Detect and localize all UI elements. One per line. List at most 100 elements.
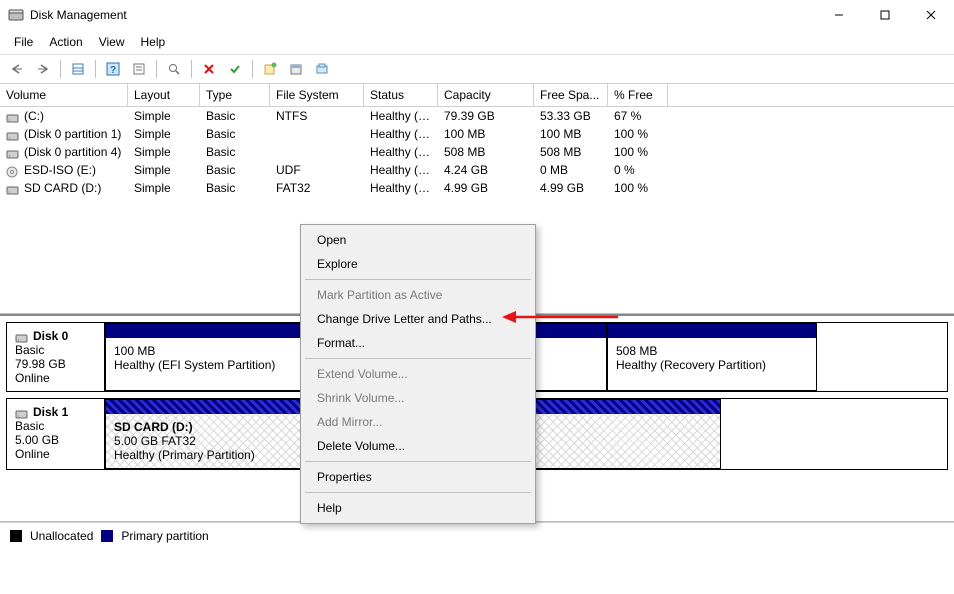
cell-volume: SD CARD (D:) xyxy=(0,179,128,197)
cell-capacity: 100 MB xyxy=(438,125,534,143)
cell-status: Healthy (R... xyxy=(364,143,438,161)
cell-type: Basic xyxy=(200,161,270,179)
menu-view[interactable]: View xyxy=(91,32,133,52)
cell-volume: (Disk 0 partition 4) xyxy=(0,143,128,161)
cell-volume: (C:) xyxy=(0,107,128,125)
close-button[interactable] xyxy=(908,0,954,30)
column-headers: VolumeLayoutTypeFile SystemStatusCapacit… xyxy=(0,84,954,107)
attach-icon[interactable] xyxy=(311,58,333,80)
delete-icon[interactable] xyxy=(198,58,220,80)
search-icon[interactable] xyxy=(163,58,185,80)
context-menu-item[interactable]: Properties xyxy=(303,465,533,489)
menu-help[interactable]: Help xyxy=(133,32,174,52)
cell-free: 4.99 GB xyxy=(534,179,608,197)
disk-label[interactable]: Disk 1Basic5.00 GBOnline xyxy=(7,399,105,469)
legend: Unallocated Primary partition xyxy=(0,522,954,549)
cell-pctfree: 100 % xyxy=(608,143,668,161)
cell-type: Basic xyxy=(200,143,270,161)
column-fs[interactable]: File System xyxy=(270,84,364,106)
create-icon[interactable] xyxy=(259,58,281,80)
svg-text:?: ? xyxy=(110,65,116,76)
minimize-button[interactable] xyxy=(816,0,862,30)
context-menu-item[interactable]: Format... xyxy=(303,331,533,355)
cell-status: Healthy (P... xyxy=(364,161,438,179)
context-menu-item: Extend Volume... xyxy=(303,362,533,386)
partition-body: 508 MBHealthy (Recovery Partition) xyxy=(608,338,816,378)
cell-free: 508 MB xyxy=(534,143,608,161)
refresh-button[interactable] xyxy=(67,58,89,80)
partition-body: 100 MBHealthy (EFI System Partition) xyxy=(106,338,304,378)
cell-layout: Simple xyxy=(128,125,200,143)
cell-pctfree: 100 % xyxy=(608,179,668,197)
cell-fs xyxy=(270,143,364,161)
cell-capacity: 508 MB xyxy=(438,143,534,161)
cell-volume: (Disk 0 partition 1) xyxy=(0,125,128,143)
column-free[interactable]: Free Spa... xyxy=(534,84,608,106)
volume-row[interactable]: (C:)SimpleBasicNTFSHealthy (B...79.39 GB… xyxy=(0,107,954,125)
context-menu-item[interactable]: Change Drive Letter and Paths... xyxy=(303,307,533,331)
legend-primary: Primary partition xyxy=(121,529,208,543)
cell-fs: FAT32 xyxy=(270,179,364,197)
context-menu-item[interactable]: Help xyxy=(303,496,533,520)
column-volume[interactable]: Volume xyxy=(0,84,128,106)
context-menu-item[interactable]: Delete Volume... xyxy=(303,434,533,458)
maximize-button[interactable] xyxy=(862,0,908,30)
cell-free: 0 MB xyxy=(534,161,608,179)
cell-layout: Simple xyxy=(128,143,200,161)
cell-fs: NTFS xyxy=(270,107,364,125)
context-menu: OpenExploreMark Partition as ActiveChang… xyxy=(300,224,536,524)
cell-pctfree: 0 % xyxy=(608,161,668,179)
cell-layout: Simple xyxy=(128,161,200,179)
properties-icon[interactable] xyxy=(128,58,150,80)
menu-file[interactable]: File xyxy=(6,32,41,52)
menu-bar: File Action View Help xyxy=(0,30,954,54)
column-status[interactable]: Status xyxy=(364,84,438,106)
volume-row[interactable]: (Disk 0 partition 4)SimpleBasic Healthy (… xyxy=(0,143,954,161)
cell-fs xyxy=(270,125,364,143)
back-button[interactable] xyxy=(6,58,28,80)
partition[interactable]: 508 MBHealthy (Recovery Partition) xyxy=(607,323,817,391)
window-controls xyxy=(816,0,954,30)
context-menu-item[interactable]: Explore xyxy=(303,252,533,276)
volume-row[interactable]: ESD-ISO (E:)SimpleBasicUDFHealthy (P...4… xyxy=(0,161,954,179)
partition-header xyxy=(106,324,304,338)
cell-pctfree: 67 % xyxy=(608,107,668,125)
volume-row[interactable]: (Disk 0 partition 1)SimpleBasic Healthy (… xyxy=(0,125,954,143)
window-title: Disk Management xyxy=(30,8,816,22)
context-menu-item: Add Mirror... xyxy=(303,410,533,434)
check-icon[interactable] xyxy=(224,58,246,80)
disk-label[interactable]: Disk 0Basic79.98 GBOnline xyxy=(7,323,105,391)
column-pctfree[interactable]: % Free xyxy=(608,84,668,106)
help-icon[interactable]: ? xyxy=(102,58,124,80)
toolbar: ? xyxy=(0,54,954,84)
cell-capacity: 4.24 GB xyxy=(438,161,534,179)
partition-header xyxy=(608,324,816,338)
column-capacity[interactable]: Capacity xyxy=(438,84,534,106)
format-icon[interactable] xyxy=(285,58,307,80)
cell-capacity: 4.99 GB xyxy=(438,179,534,197)
partition[interactable]: 100 MBHealthy (EFI System Partition) xyxy=(105,323,305,391)
cell-status: Healthy (B... xyxy=(364,107,438,125)
cell-type: Basic xyxy=(200,179,270,197)
column-type[interactable]: Type xyxy=(200,84,270,106)
title-bar: Disk Management xyxy=(0,0,954,30)
cell-type: Basic xyxy=(200,125,270,143)
menu-action[interactable]: Action xyxy=(41,32,90,52)
cell-status: Healthy (P... xyxy=(364,179,438,197)
cell-type: Basic xyxy=(200,107,270,125)
context-menu-item[interactable]: Open xyxy=(303,228,533,252)
app-icon xyxy=(8,7,24,23)
cell-pctfree: 100 % xyxy=(608,125,668,143)
cell-layout: Simple xyxy=(128,179,200,197)
legend-swatch-primary xyxy=(101,530,113,542)
cell-volume: ESD-ISO (E:) xyxy=(0,161,128,179)
column-layout[interactable]: Layout xyxy=(128,84,200,106)
menu-separator xyxy=(305,461,531,462)
menu-separator xyxy=(305,279,531,280)
legend-swatch-unallocated xyxy=(10,530,22,542)
forward-button[interactable] xyxy=(32,58,54,80)
context-menu-item: Shrink Volume... xyxy=(303,386,533,410)
volume-row[interactable]: SD CARD (D:)SimpleBasicFAT32Healthy (P..… xyxy=(0,179,954,197)
cell-status: Healthy (E... xyxy=(364,125,438,143)
menu-separator xyxy=(305,492,531,493)
